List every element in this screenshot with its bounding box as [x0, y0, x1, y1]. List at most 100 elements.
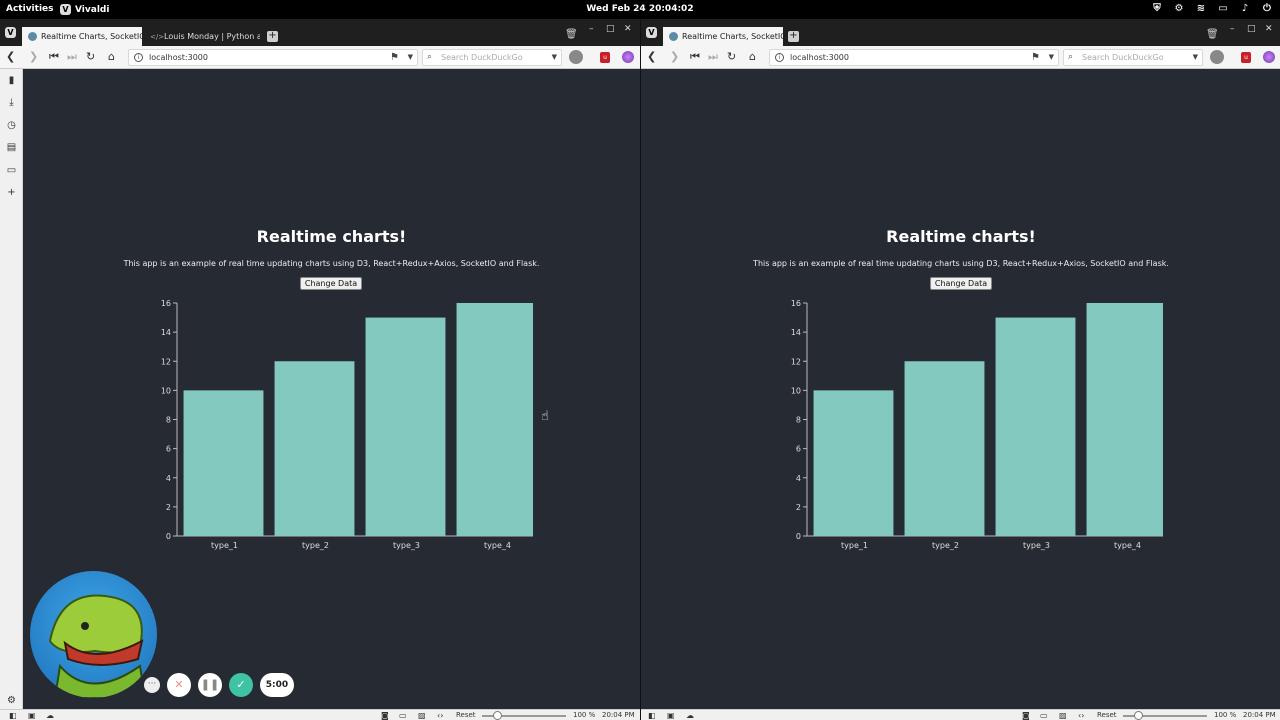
wifi-icon[interactable]: ≋ [1196, 3, 1206, 14]
zoom-slider-knob[interactable] [1134, 711, 1143, 720]
status-clock: 20:04 PM [602, 711, 635, 719]
change-data-button[interactable]: Change Data [300, 277, 362, 290]
y-tick-label: 4 [166, 474, 171, 483]
bar-type_2 [904, 361, 985, 536]
new-tab-button[interactable]: + [267, 31, 278, 42]
minimize-button[interactable]: – [1230, 24, 1235, 34]
image-icon[interactable]: ▨ [418, 711, 426, 720]
code-icon[interactable]: ‹› [1078, 711, 1084, 720]
chevron-down-icon[interactable]: ▼ [552, 53, 557, 61]
fast-forward-icon[interactable]: ⏭ [708, 51, 718, 63]
ublock-extension-icon[interactable]: u [600, 52, 610, 63]
bookmark-icon[interactable]: ⚑ [1031, 52, 1040, 63]
search-icon: ⌕ [427, 52, 433, 62]
search-placeholder: Search DuckDuckGo [1082, 53, 1164, 62]
pause-recording-button[interactable]: ❚❚ [198, 673, 222, 697]
address-bar: ❮ ❯ ⏮ ⏭ ↻ ⌂ i localhost:3000 ⚑ ▼ ⌕ Searc… [0, 46, 640, 69]
system-clock[interactable]: Wed Feb 24 20:04:02 [0, 4, 1280, 14]
site-info-icon[interactable]: i [775, 53, 784, 62]
zoom-slider-knob[interactable] [493, 711, 502, 720]
trash-icon[interactable]: 🗑 [1206, 30, 1219, 40]
fast-forward-icon[interactable]: ⏭ [67, 51, 77, 63]
ublock-extension-icon[interactable]: u [1241, 52, 1251, 63]
camera-icon[interactable]: ◙ [1022, 711, 1030, 720]
downloads-panel-icon[interactable]: ⤓ [6, 97, 17, 108]
screen-icon[interactable]: ▭ [1218, 3, 1228, 14]
reload-icon[interactable]: ↻ [727, 51, 736, 63]
chevron-down-icon[interactable]: ▼ [1049, 53, 1054, 61]
add-panel-icon[interactable]: + [6, 187, 17, 198]
minimize-button[interactable]: – [589, 24, 594, 34]
tiling-icon[interactable]: ▣ [28, 711, 36, 720]
url-field[interactable]: i localhost:3000 ⚑ ▼ [128, 49, 418, 66]
system-tray[interactable]: ⛨ ⚙ ≋ ▭ ♪ ⏻ [1152, 3, 1272, 14]
notes-panel-icon[interactable]: ▤ [6, 142, 17, 153]
tab-favicon-icon [28, 32, 37, 41]
search-input[interactable]: ⌕ Search DuckDuckGo ▼ [1063, 49, 1203, 66]
profile-avatar[interactable] [1210, 50, 1224, 64]
bookmark-icon[interactable]: ⚑ [390, 52, 399, 63]
settings-gear-icon[interactable]: ⚙ [6, 695, 17, 706]
vivaldi-menu-icon[interactable]: V [646, 27, 657, 38]
extension-icon[interactable] [1263, 51, 1275, 63]
close-window-button[interactable]: ✕ [1265, 24, 1273, 34]
chevron-down-icon[interactable]: ▼ [408, 53, 413, 61]
back-icon[interactable]: ❮ [647, 51, 656, 63]
vivaldi-menu-icon[interactable]: V [5, 27, 16, 38]
rewind-icon[interactable]: ⏮ [690, 51, 700, 63]
reload-icon[interactable]: ↻ [86, 51, 95, 63]
window-icon[interactable]: ▭ [1040, 711, 1048, 720]
image-icon[interactable]: ▨ [1059, 711, 1067, 720]
change-data-button[interactable]: Change Data [930, 277, 992, 290]
window-icon[interactable]: ▭ [399, 711, 407, 720]
bar-chart: 0 2 4 6 8 10 12 14 16 type_1 type_2 type_3 type_4 [161, 299, 533, 550]
cloud-sync-icon[interactable]: ☁ [686, 711, 694, 720]
finish-recording-button[interactable]: ✓ [229, 673, 253, 697]
code-icon[interactable]: ‹› [437, 711, 443, 720]
steam-icon[interactable]: ⚙ [1174, 3, 1184, 14]
power-icon[interactable]: ⏻ [1262, 3, 1272, 14]
tab-realtime-charts[interactable]: Realtime Charts, SocketIO [663, 27, 783, 46]
camera-icon[interactable]: ◙ [381, 711, 389, 720]
recorder-controls: ··· ✕ ❚❚ ✓ 5:00 [144, 673, 294, 697]
bookmarks-panel-icon[interactable]: ▮ [6, 75, 17, 86]
history-panel-icon[interactable]: ◷ [6, 120, 17, 131]
tab-code-icon: </> [150, 32, 165, 41]
zoom-reset-button[interactable]: Reset [1097, 711, 1117, 720]
extension-icon[interactable] [622, 51, 634, 63]
search-input[interactable]: ⌕ Search DuckDuckGo ▼ [422, 49, 562, 66]
maximize-button[interactable]: □ [606, 24, 615, 34]
panel-toggle-icon[interactable]: ◧ [9, 711, 17, 720]
chevron-down-icon[interactable]: ▼ [1193, 53, 1198, 61]
shield-icon[interactable]: ⛨ [1152, 3, 1162, 14]
maximize-button[interactable]: □ [1247, 24, 1256, 34]
panel-toggle-icon[interactable]: ◧ [648, 711, 656, 720]
y-tick-label: 0 [796, 532, 801, 541]
url-field[interactable]: i localhost:3000 ⚑ ▼ [769, 49, 1059, 66]
volume-icon[interactable]: ♪ [1240, 3, 1250, 14]
trash-icon[interactable]: 🗑 [565, 30, 578, 40]
zoom-reset-button[interactable]: Reset [456, 711, 476, 720]
site-info-icon[interactable]: i [134, 53, 143, 62]
webcam-avatar [30, 571, 157, 698]
search-icon: ⌕ [1068, 52, 1074, 62]
profile-avatar[interactable] [569, 50, 583, 64]
home-icon[interactable]: ⌂ [108, 51, 115, 63]
page-title: Realtime charts! [256, 227, 407, 246]
bar-type_1 [183, 390, 264, 536]
more-options-button[interactable]: ··· [144, 677, 160, 693]
tab-louis-monday[interactable]: </> Louis Monday | Python an [144, 27, 260, 46]
tiling-icon[interactable]: ▣ [667, 711, 675, 720]
home-icon[interactable]: ⌂ [749, 51, 756, 63]
cloud-sync-icon[interactable]: ☁ [46, 711, 54, 720]
forward-icon[interactable]: ❯ [670, 51, 679, 63]
back-icon[interactable]: ❮ [6, 51, 15, 63]
status-bar: ◧ ▣ ☁ ◙ ▭ ▨ ‹› Reset 100 % 20:04 PM [0, 709, 640, 720]
close-window-button[interactable]: ✕ [624, 24, 632, 34]
new-tab-button[interactable]: + [788, 31, 799, 42]
rewind-icon[interactable]: ⏮ [49, 51, 59, 63]
forward-icon[interactable]: ❯ [29, 51, 38, 63]
window-panel-icon[interactable]: ▭ [6, 165, 17, 176]
tab-realtime-charts[interactable]: Realtime Charts, SocketIO [22, 27, 142, 46]
cancel-recording-button[interactable]: ✕ [167, 673, 191, 697]
